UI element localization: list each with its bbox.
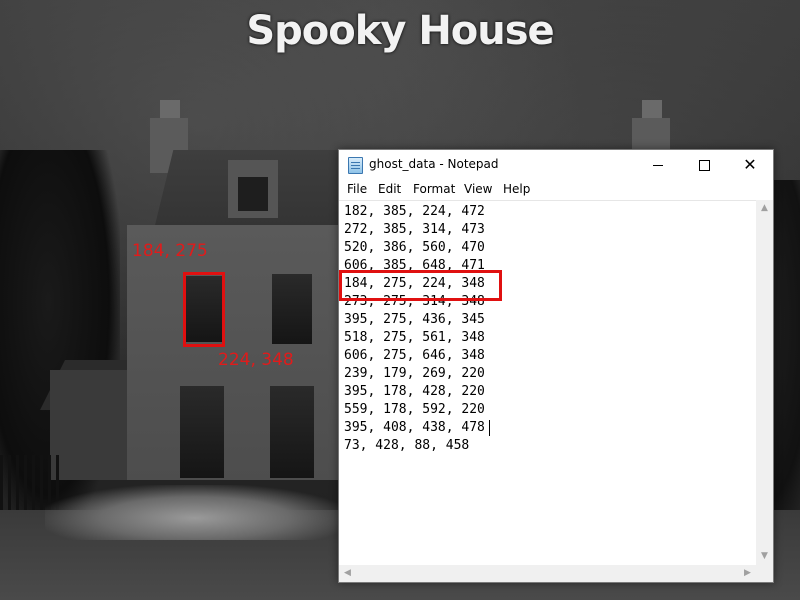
scroll-down-icon[interactable]: ▼ bbox=[756, 548, 773, 565]
text-line: 518, 275, 561, 348 bbox=[344, 330, 485, 345]
minimize-icon bbox=[653, 165, 663, 166]
close-button[interactable]: ✕ bbox=[727, 150, 773, 180]
scroll-left-icon[interactable]: ◀ bbox=[339, 565, 356, 582]
notepad-window[interactable]: ghost_data - Notepad ✕ File Edit Format … bbox=[338, 149, 774, 583]
highlight-box bbox=[339, 270, 502, 301]
vertical-scrollbar[interactable]: ▲ ▼ bbox=[756, 200, 773, 565]
notepad-icon bbox=[348, 157, 363, 174]
scroll-up-icon[interactable]: ▲ bbox=[756, 200, 773, 217]
maximize-icon bbox=[699, 160, 710, 171]
window-title: ghost_data - Notepad bbox=[369, 157, 499, 171]
menu-view[interactable]: View bbox=[464, 182, 492, 196]
chimney-cap-left bbox=[160, 100, 180, 118]
text-line: 606, 275, 646, 348 bbox=[344, 348, 485, 363]
text-line: 559, 178, 592, 220 bbox=[344, 402, 485, 417]
menu-bar: File Edit Format View Help bbox=[339, 180, 773, 200]
text-line: 272, 385, 314, 473 bbox=[344, 222, 485, 237]
text-line: 239, 179, 269, 220 bbox=[344, 366, 485, 381]
text-line: 73, 428, 88, 458 bbox=[344, 438, 470, 453]
annotation-top-left-label: 184, 275 bbox=[132, 241, 208, 261]
dormer-window bbox=[238, 177, 268, 211]
text-line: 395, 275, 436, 345 bbox=[344, 312, 485, 327]
chimney-cap-right bbox=[642, 100, 662, 118]
menu-file[interactable]: File bbox=[347, 182, 367, 196]
side-building bbox=[50, 370, 130, 480]
text-line: 395, 178, 428, 220 bbox=[344, 384, 485, 399]
menu-help[interactable]: Help bbox=[503, 182, 530, 196]
close-icon: ✕ bbox=[743, 155, 757, 174]
menu-edit[interactable]: Edit bbox=[378, 182, 401, 196]
annotation-box bbox=[183, 272, 225, 347]
page-title: Spooky House bbox=[246, 8, 554, 54]
title-bar[interactable]: ghost_data - Notepad ✕ bbox=[339, 150, 773, 180]
maximize-button[interactable] bbox=[681, 150, 727, 180]
horizontal-scrollbar[interactable]: ◀ ▶ bbox=[339, 565, 756, 582]
minimize-button[interactable] bbox=[635, 150, 681, 180]
annotation-bottom-right-label: 224, 348 bbox=[218, 350, 294, 370]
house-window bbox=[270, 386, 314, 478]
text-caret bbox=[489, 420, 490, 436]
house-window bbox=[272, 274, 312, 344]
menu-format[interactable]: Format bbox=[413, 182, 455, 196]
text-line: 395, 408, 438, 478 bbox=[344, 420, 485, 435]
text-line: 182, 385, 224, 472 bbox=[344, 204, 485, 219]
house-window bbox=[180, 386, 224, 478]
text-line: 520, 386, 560, 470 bbox=[344, 240, 485, 255]
bushes bbox=[45, 485, 345, 540]
scrollbar-corner bbox=[756, 565, 773, 582]
scroll-right-icon[interactable]: ▶ bbox=[739, 565, 756, 582]
text-editor[interactable]: 182, 385, 224, 472 272, 385, 314, 473 52… bbox=[339, 200, 756, 566]
